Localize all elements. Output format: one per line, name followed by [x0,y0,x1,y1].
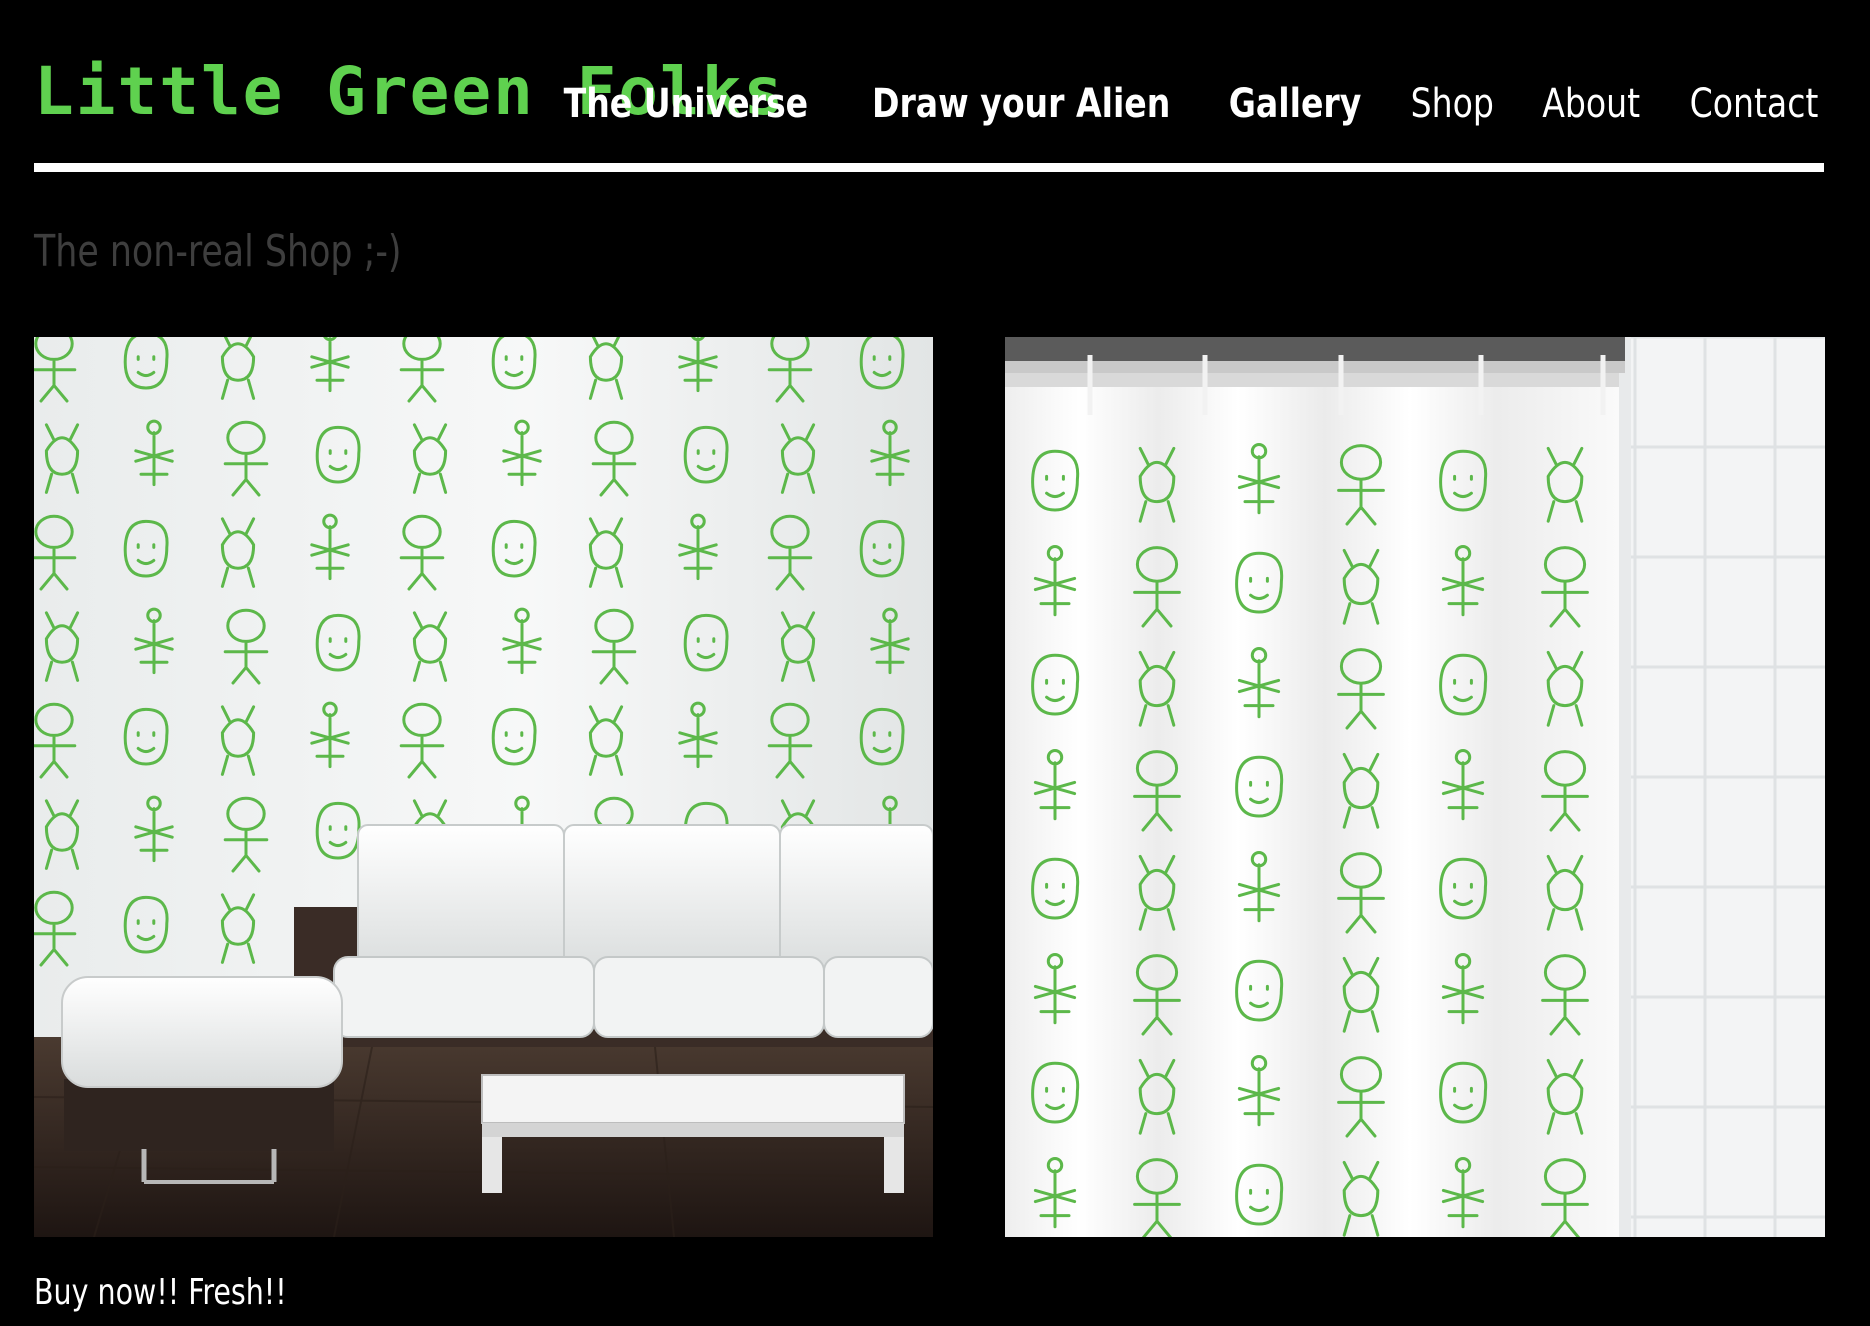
nav-list: The Universe Draw your Alien Gallery Sho… [553,76,1824,132]
nav-link-gallery[interactable]: Gallery [1229,76,1362,132]
nav-link-about[interactable]: About [1542,76,1640,132]
nav-item-about: About [1538,76,1644,132]
nav-item-contact: Contact [1684,76,1824,132]
shower-curtain-illustration [1005,337,1825,1237]
nav-link-contact[interactable]: Contact [1690,76,1819,132]
nav-link-shop[interactable]: Shop [1411,76,1494,132]
header-divider [34,163,1824,172]
shop-caption: Buy now!! Fresh!! [34,1272,287,1313]
page-heading: The non-real Shop ;-) [34,226,402,277]
product-image-shower-curtain[interactable] [1005,337,1825,1237]
product-image-wallpaper[interactable] [34,337,933,1237]
nav-link-the-universe[interactable]: The Universe [564,76,808,132]
nav-item-gallery: Gallery [1223,76,1367,132]
nav-item-shop: Shop [1407,76,1498,132]
nav-link-draw-your-alien[interactable]: Draw your Alien [872,76,1170,132]
nav-item-the-universe: The Universe [553,76,819,132]
nav-item-draw-your-alien: Draw your Alien [859,76,1183,132]
wallpaper-room-illustration [34,337,933,1237]
